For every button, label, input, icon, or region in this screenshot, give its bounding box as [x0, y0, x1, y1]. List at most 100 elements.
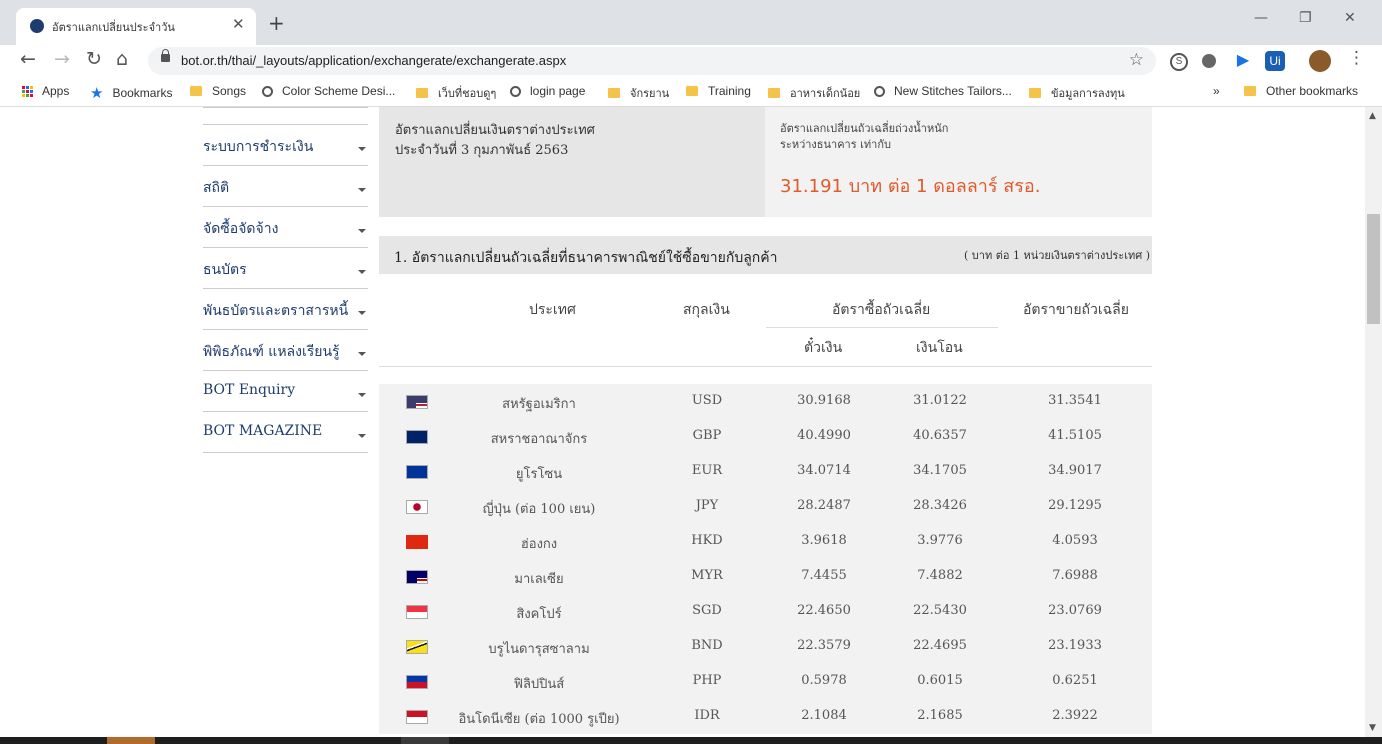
bookmark-label: เว็บที่ชอบดูๆ [438, 88, 497, 100]
flag-eu-icon [406, 465, 428, 479]
sidebar-item-label: พันธบัตรและตราสารหนี้ [203, 303, 349, 319]
menu-kebab-icon[interactable]: ⋮ [1348, 48, 1365, 68]
sidebar-item-bot-magazine[interactable]: BOT MAGAZINE [203, 411, 368, 453]
bookmark-investment[interactable]: ข้อมูลการลงทุน [1029, 84, 1125, 102]
minimize-icon[interactable]: — [1254, 10, 1268, 26]
bookmark-label: Bookmarks [112, 86, 173, 100]
scroll-up-icon[interactable]: ▲ [1369, 111, 1376, 121]
cell-currency-code: USD [691, 393, 723, 408]
chevron-down-icon [358, 434, 366, 438]
cell-transfer: 2.1685 [917, 708, 963, 723]
interbank-rate-value: 31.191 บาท ต่อ 1 ดอลลาร์ สรอ. [780, 176, 1041, 197]
bookmark-bookmarks[interactable]: ★ Bookmarks [90, 84, 172, 102]
interbank-label-2: ระหว่างธนาคาร เท่ากับ [780, 138, 891, 151]
window-close-icon[interactable]: ✕ [1344, 10, 1356, 26]
home-icon[interactable]: ⌂ [116, 48, 128, 70]
sidebar-item-procurement[interactable]: จัดซื้อจัดจ้าง [203, 206, 368, 247]
sidebar-item-label: จัดซื้อจัดจ้าง [203, 221, 279, 237]
bookmark-label: ข้อมูลการลงทุน [1051, 88, 1125, 100]
cell-country: มาเลเซีย [514, 572, 564, 587]
cell-country: ญี่ปุ่น (ต่อ 100 เยน) [482, 502, 596, 517]
bookmark-apps[interactable]: Apps [22, 84, 69, 98]
table-row: สิงคโปร์ SGD 22.4650 22.5430 23.0769 [379, 594, 1152, 629]
restore-icon[interactable]: ❐ [1299, 10, 1312, 26]
new-tab-icon[interactable]: + [268, 11, 285, 35]
sidebar-item-museum[interactable]: พิพิธภัณฑ์ แหล่งเรียนรู้ [203, 329, 368, 370]
scroll-down-icon[interactable]: ▼ [1369, 723, 1376, 733]
cell-currency-code: SGD [692, 603, 722, 618]
taskbar-app-icon[interactable] [401, 737, 449, 744]
bookmark-bicycle[interactable]: จักรยาน [608, 84, 669, 102]
cell-sight-bill: 22.4650 [797, 603, 851, 618]
col-sell-header: อัตราขายถัวเฉลี่ย [1023, 302, 1129, 318]
flag-jp-icon [406, 500, 428, 514]
sidebar-item-banknotes[interactable]: ธนบัตร [203, 247, 368, 288]
chevron-down-icon [358, 393, 366, 397]
reload-icon[interactable]: ↻ [86, 48, 102, 70]
chevron-down-icon [358, 352, 366, 356]
bookmark-kids-food[interactable]: อาหารเด็กน้อย [768, 84, 860, 102]
interbank-rate-panel: อัตราแลกเปลี่ยนถัวเฉลี่ยถ่วงน้ำหนัก ระหว… [765, 107, 1152, 217]
sidebar-item-payment[interactable]: ระบบการชำระเงิน [203, 124, 368, 165]
profile-avatar[interactable] [1309, 50, 1331, 72]
table-row: สหราชอาณาจักร GBP 40.4990 40.6357 41.5105 [379, 419, 1152, 454]
cell-sell: 34.9017 [1048, 463, 1102, 478]
taskbar [0, 737, 1382, 744]
uipath-extension-icon[interactable]: Ui [1265, 51, 1285, 71]
globe-icon [510, 85, 521, 97]
section-unit-note: ( บาท ต่อ 1 หน่วยเงินตราต่างประเทศ ) [964, 249, 1150, 262]
cell-sight-bill: 34.0714 [797, 463, 851, 478]
star-icon: ★ [90, 85, 104, 102]
cell-sight-bill: 30.9168 [797, 393, 851, 408]
bookmark-login-page[interactable]: login page [510, 84, 585, 98]
scrollbar-thumb[interactable] [1367, 214, 1380, 324]
skype-extension-icon[interactable]: S [1170, 53, 1188, 71]
table-row: สหรัฐอเมริกา USD 30.9168 31.0122 31.3541 [379, 384, 1152, 419]
bookmark-label: Apps [42, 84, 70, 98]
play-extension-icon[interactable]: ▶ [1233, 51, 1253, 71]
record-extension-icon[interactable] [1202, 54, 1216, 68]
sidebar-item-bot-enquiry[interactable]: BOT Enquiry [203, 370, 368, 411]
flag-sg-icon [406, 605, 428, 619]
bookmarks-overflow-icon[interactable]: » [1213, 84, 1220, 98]
flag-us-icon [406, 395, 428, 409]
browser-tab[interactable]: อัตราแลกเปลี่ยนประจำวัน ✕ [16, 8, 256, 45]
bookmark-label: login page [530, 84, 586, 98]
bookmark-color-scheme[interactable]: Color Scheme Desi... [262, 84, 395, 98]
table-row: ฟิลิปปินส์ PHP 0.5978 0.6015 0.6251 [379, 664, 1152, 699]
navigation-bar: ← → ↻ ⌂ bot.or.th/thai/_layouts/applicat… [0, 45, 1382, 78]
flag-my-icon [406, 570, 428, 584]
sidebar-item-bonds[interactable]: พันธบัตรและตราสารหนี้ [203, 288, 368, 329]
cell-currency-code: MYR [691, 568, 723, 583]
bookmark-songs[interactable]: Songs [190, 84, 246, 98]
bookmark-star-icon[interactable]: ☆ [1129, 50, 1144, 70]
chevron-down-icon [358, 311, 366, 315]
cell-country: สหราชอาณาจักร [490, 432, 588, 447]
flag-gb-icon [406, 430, 428, 444]
sidebar-item-label: สถิติ [203, 180, 230, 196]
col-country-header: ประเทศ [529, 302, 576, 318]
sidebar-item-statistics[interactable]: สถิติ [203, 165, 368, 206]
bookmark-other[interactable]: Other bookmarks [1244, 84, 1358, 98]
bookmark-favorite-sites[interactable]: เว็บที่ชอบดูๆ [416, 84, 496, 102]
bookmark-new-stitches[interactable]: New Stitches Tailors... [874, 84, 1012, 98]
vertical-scrollbar[interactable]: ▲ ▼ [1365, 107, 1382, 737]
cell-sight-bill: 7.4455 [801, 568, 847, 583]
folder-icon [686, 86, 698, 96]
cell-sight-bill: 40.4990 [797, 428, 851, 443]
table-row: อินโดนีเซีย (ต่อ 1000 รูเปีย) IDR 2.1084 2.… [379, 699, 1152, 734]
rates-table-body: สหรัฐอเมริกา USD 30.9168 31.0122 31.3541 สหรา… [379, 384, 1152, 734]
bookmark-training[interactable]: Training [686, 84, 751, 98]
taskbar-app-icon[interactable] [107, 737, 155, 744]
forward-icon[interactable]: → [54, 48, 70, 70]
back-icon[interactable]: ← [20, 48, 36, 70]
address-bar[interactable]: bot.or.th/thai/_layouts/application/exch… [148, 47, 1156, 75]
sidebar-item-label: ระบบการชำระเงิน [203, 139, 314, 155]
cell-currency-code: IDR [694, 708, 720, 723]
url-text: bot.or.th/thai/_layouts/application/exch… [181, 53, 567, 68]
cell-sight-bill: 2.1084 [801, 708, 847, 723]
close-tab-icon[interactable]: ✕ [232, 15, 245, 33]
cell-transfer: 3.9776 [917, 533, 963, 548]
bookmark-label: อาหารเด็กน้อย [790, 88, 861, 100]
bot-favicon-icon [30, 19, 44, 33]
